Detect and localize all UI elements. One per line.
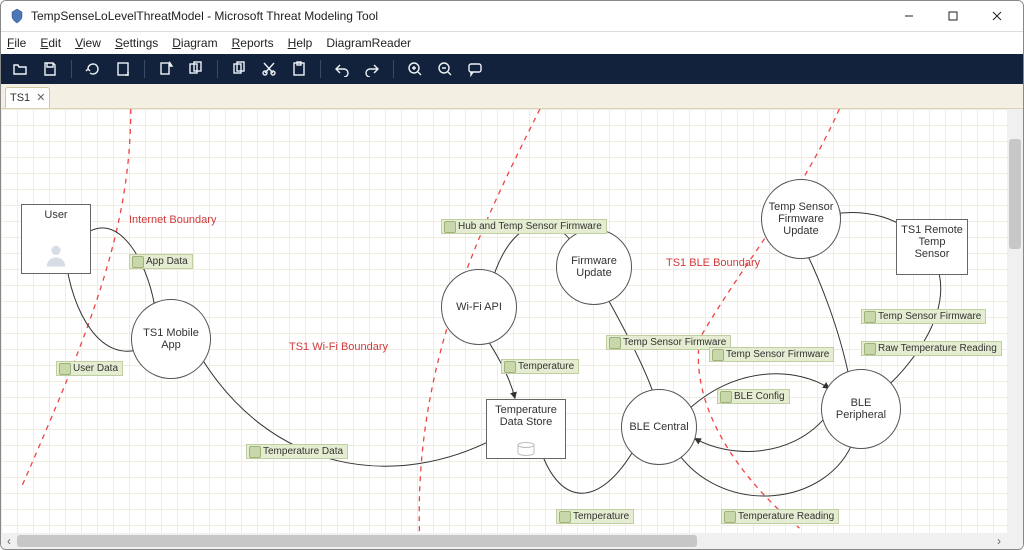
datastore-icon [516, 442, 536, 456]
menu-reports[interactable]: Reports [232, 36, 274, 50]
undo-icon[interactable] [329, 56, 355, 82]
user-icon [42, 241, 70, 269]
app-window: TempSenseLoLevelThreatModel - Microsoft … [0, 0, 1024, 550]
flow-app-data[interactable]: App Data [129, 254, 193, 269]
vertical-scrollbar[interactable] [1007, 109, 1023, 533]
tab-close-icon[interactable]: ✕ [36, 93, 45, 104]
redo-icon[interactable] [359, 56, 385, 82]
close-button[interactable] [975, 1, 1019, 31]
flow-temperature-1[interactable]: Temperature [501, 359, 579, 374]
menubar: File Edit View Settings Diagram Reports … [1, 32, 1023, 54]
toolbar-separator [217, 60, 218, 78]
scroll-right-icon[interactable]: › [992, 534, 1006, 548]
node-ble-peripheral[interactable]: BLE Peripheral [821, 369, 901, 449]
minimize-button[interactable] [887, 1, 931, 31]
boundary-wifi[interactable]: TS1 Wi-Fi Boundary [289, 341, 388, 353]
open-icon[interactable] [7, 56, 33, 82]
flow-ble-config[interactable]: BLE Config [717, 389, 790, 404]
cut-icon[interactable] [256, 56, 282, 82]
scroll-corner [1007, 533, 1023, 549]
menu-diagramreader[interactable]: DiagramReader [326, 36, 411, 50]
node-label: User [44, 209, 67, 221]
menu-view[interactable]: View [75, 36, 101, 50]
toolbar-separator [144, 60, 145, 78]
copy-icon[interactable] [226, 56, 252, 82]
node-label: BLE Central [629, 421, 688, 433]
report-icon[interactable] [110, 56, 136, 82]
flow-raw-temp-reading[interactable]: Raw Temperature Reading [861, 341, 1002, 356]
duplicate-page-icon[interactable] [183, 56, 209, 82]
node-remote-temp-sensor[interactable]: TS1 Remote Temp Sensor [896, 219, 968, 275]
node-label: BLE Peripheral [826, 397, 896, 421]
boundary-internet[interactable]: Internet Boundary [129, 214, 216, 226]
node-label: Wi-Fi API [456, 301, 502, 313]
flow-hub-temp-fw[interactable]: Hub and Temp Sensor Firmware [441, 219, 607, 234]
node-wifi-api[interactable]: Wi-Fi API [441, 269, 517, 345]
node-mobile-app[interactable]: TS1 Mobile App [131, 299, 211, 379]
paste-icon[interactable] [286, 56, 312, 82]
node-user[interactable]: User [21, 204, 91, 274]
menu-help[interactable]: Help [288, 36, 313, 50]
scroll-left-icon[interactable]: ‹ [2, 534, 16, 548]
flow-temp-sensor-fw-3[interactable]: Temp Sensor Firmware [861, 309, 986, 324]
toolbar-separator [393, 60, 394, 78]
zoom-out-icon[interactable] [432, 56, 458, 82]
app-icon [9, 8, 25, 24]
save-icon[interactable] [37, 56, 63, 82]
flow-temperature-2[interactable]: Temperature [556, 509, 634, 524]
maximize-button[interactable] [931, 1, 975, 31]
node-label: Temperature Data Store [491, 404, 561, 428]
zoom-in-icon[interactable] [402, 56, 428, 82]
node-ble-central[interactable]: BLE Central [621, 389, 697, 465]
refresh-icon[interactable] [80, 56, 106, 82]
tab-label: TS1 [10, 92, 30, 104]
toolbar-separator [320, 60, 321, 78]
menu-file[interactable]: File [7, 36, 26, 50]
tabstrip: TS1 ✕ [1, 84, 1023, 109]
toolbar [1, 54, 1023, 84]
titlebar: TempSenseLoLevelThreatModel - Microsoft … [1, 1, 1023, 32]
flow-temp-sensor-fw-2[interactable]: Temp Sensor Firmware [709, 347, 834, 362]
node-label: Temp Sensor Firmware Update [766, 201, 836, 237]
node-label: Firmware Update [561, 255, 627, 279]
diagram-canvas[interactable]: User TS1 Mobile App Wi-Fi API Firmware U… [1, 109, 1023, 549]
toolbar-separator [71, 60, 72, 78]
menu-diagram[interactable]: Diagram [172, 36, 217, 50]
new-page-icon[interactable] [153, 56, 179, 82]
node-firmware-update[interactable]: Firmware Update [556, 229, 632, 305]
window-title: TempSenseLoLevelThreatModel - Microsoft … [31, 9, 378, 23]
scrollbar-thumb[interactable] [17, 535, 697, 547]
scrollbar-thumb[interactable] [1009, 139, 1021, 249]
flow-user-data[interactable]: User Data [56, 361, 123, 376]
node-label: TS1 Remote Temp Sensor [901, 224, 963, 260]
flow-temperature-data[interactable]: Temperature Data [246, 444, 348, 459]
node-label: TS1 Mobile App [136, 327, 206, 351]
flow-temperature-reading[interactable]: Temperature Reading [721, 509, 839, 524]
boundary-ble[interactable]: TS1 BLE Boundary [666, 257, 760, 269]
node-temp-sensor-fw-update[interactable]: Temp Sensor Firmware Update [761, 179, 841, 259]
horizontal-scrollbar[interactable]: ‹ › [1, 533, 1007, 549]
node-temp-data-store[interactable]: Temperature Data Store [486, 399, 566, 459]
menu-edit[interactable]: Edit [40, 36, 61, 50]
menu-settings[interactable]: Settings [115, 36, 158, 50]
tab-ts1[interactable]: TS1 ✕ [5, 87, 50, 108]
chat-icon[interactable] [462, 56, 488, 82]
